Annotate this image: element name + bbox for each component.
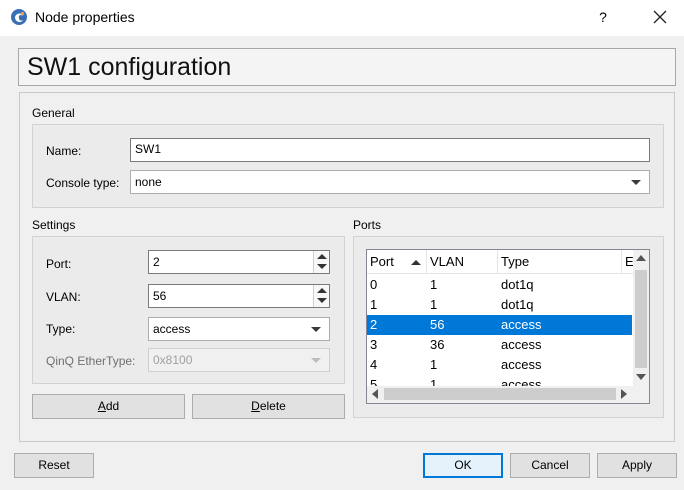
scroll-right-icon[interactable] [621,389,627,399]
cell-vlan: 1 [430,357,438,372]
name-input[interactable]: SW1 [130,138,650,162]
vlan-stepper[interactable] [313,285,329,307]
scroll-corner [633,386,649,403]
delete-button[interactable]: Delete [192,394,345,419]
horizontal-scrollbar[interactable] [367,386,633,403]
cancel-button[interactable]: Cancel [510,453,590,478]
close-icon [653,10,667,24]
port-label: Port: [46,257,72,271]
settings-section-label: Settings [32,218,76,232]
column-header-port-label: Port [370,254,394,269]
cell-port: 4 [370,357,378,372]
window-title: Node properties [35,9,135,25]
port-spinbox[interactable]: 2 [148,250,330,274]
spin-down-icon[interactable] [317,298,327,303]
add-button[interactable]: Add [32,394,185,419]
cell-vlan: 1 [430,297,438,312]
cell-type: dot1q [501,277,534,292]
ports-section-label: Ports [353,218,382,232]
column-header-port[interactable]: Port [367,250,427,274]
cell-type: access [501,337,542,352]
cell-vlan: 36 [430,337,445,352]
column-header-vlan[interactable]: VLAN [427,250,498,274]
scroll-up-icon[interactable] [636,255,646,261]
cell-vlan: 1 [430,277,438,292]
port-value: 2 [153,255,160,269]
table-row[interactable]: 4 1 access [367,355,632,375]
table-row[interactable]: 0 1 dot1q [367,275,632,295]
console-type-select[interactable]: none [130,170,650,194]
cell-type: dot1q [501,297,534,312]
delete-label-rest: elete [259,399,286,413]
table-row[interactable]: 1 1 dot1q [367,295,632,315]
table-row[interactable]: 3 36 access [367,335,632,355]
chevron-down-icon [311,358,321,363]
general-section-label: General [32,106,75,120]
type-label: Type: [46,322,76,336]
ports-table[interactable]: Port VLAN Type E 0 1 dot1q 1 1 dot1q 2 56 access… [366,249,650,404]
console-type-label: Console type: [46,176,120,190]
page-header: SW1 configuration [18,48,676,86]
column-header-type[interactable]: Type [498,250,622,274]
cell-vlan: 56 [430,317,445,332]
chevron-down-icon [631,180,641,185]
reset-button[interactable]: Reset [14,453,94,478]
table-row[interactable]: 2 56 access [367,315,632,335]
vertical-scroll-thumb[interactable] [635,270,647,368]
vlan-spinbox[interactable]: 56 [148,284,330,308]
spin-down-icon[interactable] [317,264,327,269]
qinq-ethertype-label: QinQ EtherType: [46,354,136,368]
name-label: Name: [46,144,82,158]
spin-up-icon[interactable] [317,254,327,259]
cell-port: 1 [370,297,378,312]
sort-ascending-icon [411,260,421,265]
help-button[interactable]: ? [592,6,614,28]
scroll-left-icon[interactable] [372,389,378,399]
vlan-label: VLAN: [46,290,81,304]
apply-button[interactable]: Apply [597,453,677,478]
qinq-ethertype-value: 0x8100 [153,353,193,367]
cell-port: 3 [370,337,378,352]
page-title: SW1 configuration [27,53,232,81]
general-group [32,124,664,208]
qinq-ethertype-select: 0x8100 [148,348,330,372]
port-stepper[interactable] [313,251,329,273]
type-select[interactable]: access [148,317,330,341]
add-mnemonic: A [97,399,106,413]
console-type-value: none [135,175,162,189]
cell-type: access [501,357,542,372]
vertical-scrollbar[interactable] [633,250,649,386]
add-label-rest: dd [105,399,120,413]
close-button[interactable] [648,5,672,29]
cell-port: 0 [370,277,378,292]
chevron-down-icon [311,327,321,332]
cell-type: access [501,317,542,332]
type-value: access [153,322,191,336]
cell-port: 2 [370,317,378,332]
spin-up-icon[interactable] [317,288,327,293]
app-icon [10,8,28,26]
scroll-down-icon[interactable] [636,374,646,380]
ok-button[interactable]: OK [423,453,503,478]
delete-mnemonic: D [251,399,260,413]
horizontal-scroll-thumb[interactable] [384,388,616,400]
vlan-value: 56 [153,289,167,303]
